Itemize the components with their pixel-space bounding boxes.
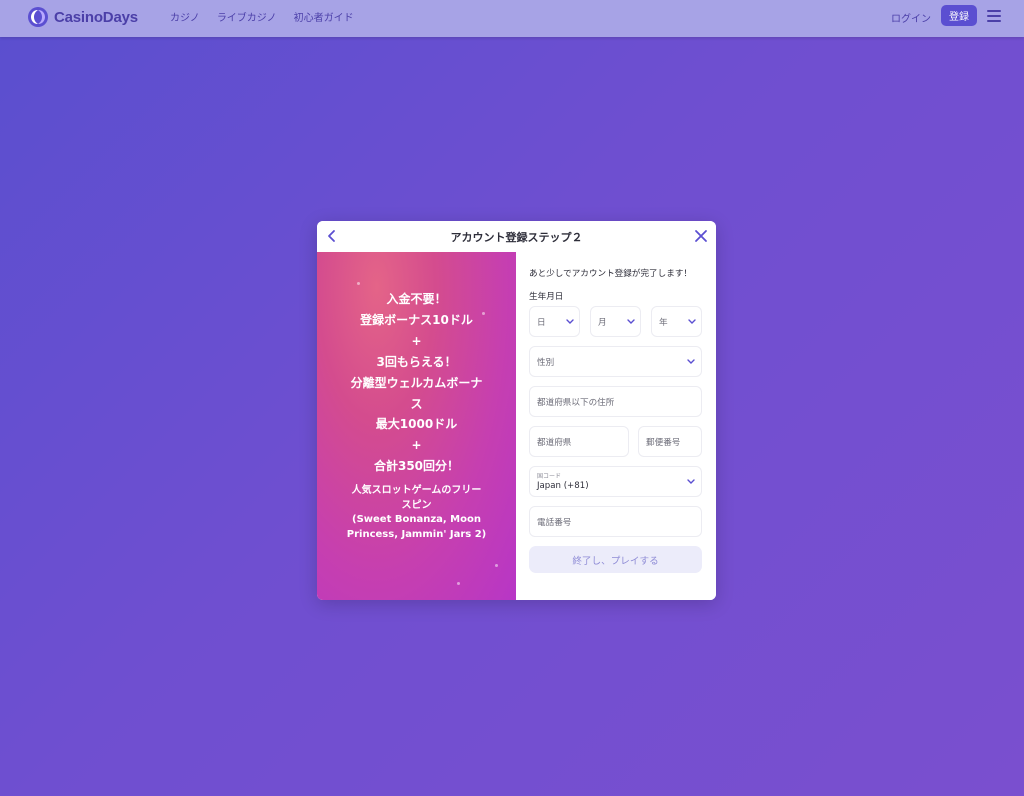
promo-panel: 入金不要！ 登録ボーナス10ドル + 3回もらえる！ 分離型ウェルカムボーナ ス… xyxy=(317,252,516,600)
promo-sub-line: 人気スロットゲームのフリー xyxy=(351,485,482,496)
modal-title: アカウント登録ステップ２ xyxy=(450,231,583,244)
promo-line: + xyxy=(411,438,422,453)
promo-subtext: 人気スロットゲームのフリー スピン (Sweet Bonanza, Moon P… xyxy=(327,484,506,543)
country-code-select[interactable]: 国コード Japan (+81) xyxy=(529,466,702,497)
birth-year-select[interactable]: 年 xyxy=(651,306,702,337)
country-code-value: Japan (+81) xyxy=(537,481,589,491)
birthdate-label: 生年月日 xyxy=(529,292,564,302)
birth-day-select[interactable]: 日 xyxy=(529,306,580,337)
country-code-label: 国コード xyxy=(537,473,562,480)
finish-and-play-button[interactable]: 終了し、プレイする xyxy=(529,546,702,573)
promo-headline: 入金不要！ 登録ボーナス10ドル + 3回もらえる！ 分離型ウェルカムボーナ ス… xyxy=(327,289,506,477)
logo-mark-icon xyxy=(28,7,48,27)
promo-line: 3回もらえる！ xyxy=(376,354,457,369)
birth-month-placeholder: 月 xyxy=(598,318,607,328)
promo-line: 登録ボーナス10ドル xyxy=(360,312,473,327)
hamburger-menu-icon[interactable] xyxy=(987,10,1001,22)
nav-casino[interactable]: カジノ xyxy=(170,9,200,24)
postal-code-input[interactable]: 郵便番号 xyxy=(638,426,702,457)
birth-month-select[interactable]: 月 xyxy=(590,306,641,337)
gender-placeholder: 性別 xyxy=(537,358,555,368)
top-navbar: CasinoDays カジノ ライブカジノ 初心者ガイド ログイン 登録 xyxy=(0,0,1024,37)
main-nav: カジノ ライブカジノ 初心者ガイド xyxy=(170,9,354,24)
promo-sub-line: スピン xyxy=(401,499,432,511)
phone-placeholder: 電話番号 xyxy=(537,518,572,528)
birth-year-placeholder: 年 xyxy=(659,318,668,328)
login-link[interactable]: ログイン xyxy=(891,10,931,25)
birth-day-placeholder: 日 xyxy=(537,318,546,328)
promo-sub-line: Princess, Jammin' Jars 2) xyxy=(346,529,487,541)
promo-line: 分離型ウェルカムボーナ xyxy=(350,375,483,390)
registration-modal: アカウント登録ステップ２ 入金不要！ 登録ボーナス10ドル + 3回もらえる！ … xyxy=(317,221,716,600)
chevron-down-icon xyxy=(566,319,574,324)
postal-code-placeholder: 郵便番号 xyxy=(646,438,681,448)
modal-header: アカウント登録ステップ２ xyxy=(317,221,716,252)
chevron-down-icon xyxy=(687,359,695,364)
address-input[interactable]: 都道府県以下の住所 xyxy=(529,386,702,417)
address-placeholder: 都道府県以下の住所 xyxy=(537,398,615,408)
promo-line: ス xyxy=(410,396,423,411)
registration-form: あと少しでアカウント登録が完了します！ 生年月日 日 月 年 性別 都道府県以下… xyxy=(516,252,716,600)
chevron-down-icon xyxy=(687,479,695,484)
phone-input[interactable]: 電話番号 xyxy=(529,506,702,537)
register-button[interactable]: 登録 xyxy=(941,5,977,26)
sparkle-decoration xyxy=(457,582,460,585)
nav-beginner-guide[interactable]: 初心者ガイド xyxy=(294,9,354,24)
promo-sub-line: (Sweet Bonanza, Moon xyxy=(352,514,481,526)
promo-line: + xyxy=(411,333,422,348)
nav-live-casino[interactable]: ライブカジノ xyxy=(217,9,277,24)
promo-line: 入金不要！ xyxy=(386,292,447,306)
logo-text: CasinoDays xyxy=(54,8,138,26)
chevron-down-icon xyxy=(627,319,635,324)
chevron-down-icon xyxy=(688,319,696,324)
promo-line: 最大1000ドル xyxy=(375,417,458,432)
prefecture-input[interactable]: 都道府県 xyxy=(529,426,629,457)
sparkle-decoration xyxy=(357,282,360,285)
gender-select[interactable]: 性別 xyxy=(529,346,702,377)
promo-line: 合計350回分！ xyxy=(373,459,460,474)
form-note: あと少しでアカウント登録が完了します！ xyxy=(529,269,693,279)
casino-days-logo[interactable]: CasinoDays xyxy=(27,6,138,28)
sparkle-decoration xyxy=(495,564,498,567)
close-icon[interactable] xyxy=(694,229,708,243)
prefecture-placeholder: 都道府県 xyxy=(537,438,572,448)
